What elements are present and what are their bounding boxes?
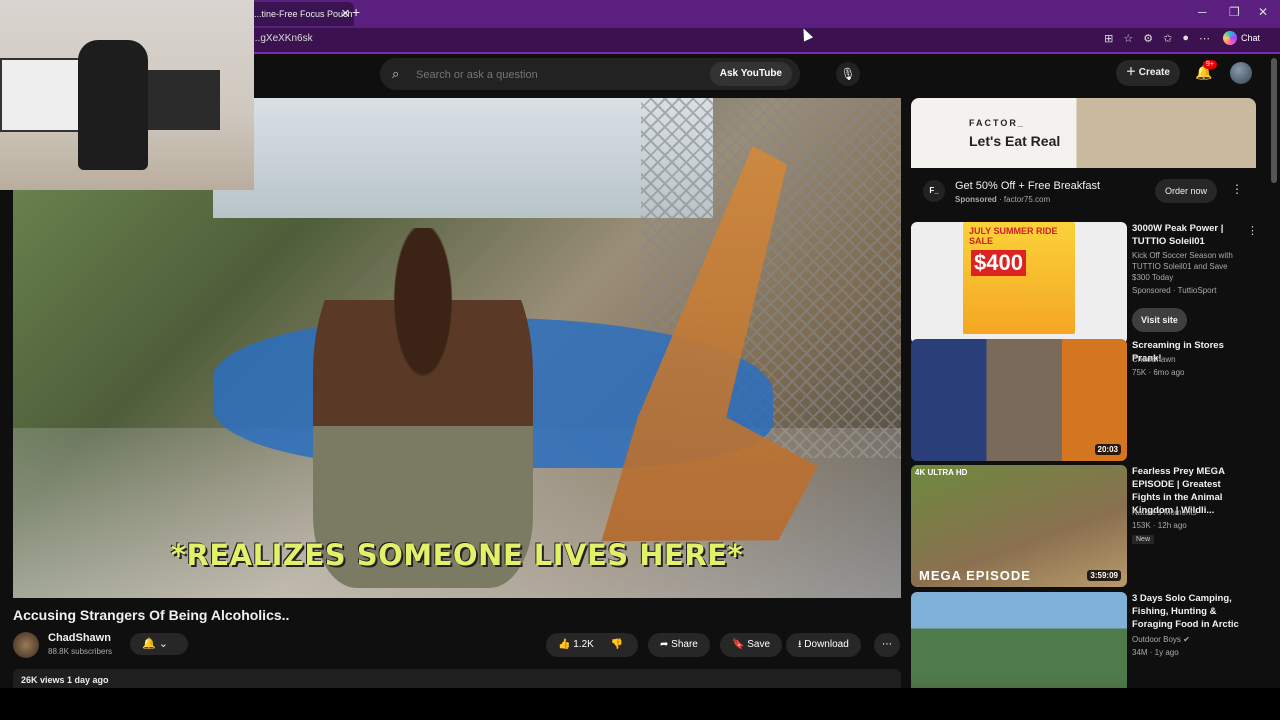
search-box[interactable]: ⌕ Ask YouTube	[380, 58, 800, 90]
chat-label: Chat	[1240, 33, 1260, 43]
ad-poster: JULY SUMMER RIDE SALE $400	[963, 222, 1075, 334]
thumb-mega-episode: MEGA EPISODE	[919, 568, 1031, 583]
bookmark-icon: 🔖	[732, 639, 745, 650]
recommendation-thumbnail[interactable]: 20:03	[911, 339, 1127, 461]
like-button[interactable]: 👍 1.2K	[558, 639, 594, 650]
recommendation-title[interactable]: 3 Days Solo Camping, Fishing, Hunting & …	[1132, 592, 1247, 631]
ad-more-icon[interactable]: ⋮	[1231, 182, 1243, 196]
recommendation-stats: 153K · 12h ago	[1132, 521, 1187, 530]
create-label: Create	[1138, 67, 1170, 78]
recommendation-description: Kick Off Soccer Season with TUTTIO Solei…	[1132, 251, 1233, 282]
browser-tab[interactable]: ...tine-Free Focus Pouch ✕	[246, 2, 354, 26]
ad-sponsored: Sponsored	[955, 195, 997, 204]
dislike-button[interactable]: 👎	[611, 639, 623, 650]
recommendation-stats: 75K · 6mo ago	[1132, 368, 1185, 377]
ad-slogan: Let's Eat Real	[969, 133, 1061, 149]
views-date: 26K views 1 day ago	[21, 675, 109, 685]
chevron-down-icon: ⌄	[158, 638, 168, 650]
ad-meta: Sponsored · factor75.com	[955, 195, 1051, 204]
maximize-icon[interactable]: ❐	[1229, 5, 1240, 19]
favorites-icon[interactable]: ✩	[1163, 32, 1172, 45]
recommendation-item[interactable]: JULY SUMMER RIDE SALE $400 3000W Peak Po…	[911, 222, 1258, 344]
share-button[interactable]: ➦ Share	[648, 633, 710, 657]
subscribed-bell-button[interactable]: 🔔 ⌄	[130, 633, 188, 655]
notification-badge: 9+	[1203, 60, 1217, 69]
new-tab-button[interactable]: +	[352, 4, 360, 20]
new-badge: New	[1132, 535, 1155, 544]
close-window-icon[interactable]: ✕	[1258, 5, 1268, 19]
user-avatar[interactable]	[1230, 62, 1252, 84]
favorite-star-icon[interactable]: ☆	[1123, 32, 1133, 45]
save-label: Save	[747, 639, 771, 650]
channel-avatar[interactable]	[13, 632, 39, 658]
order-now-button[interactable]: Order now	[1155, 179, 1218, 203]
ad-banner-image	[911, 98, 1256, 168]
subscriber-count: 88.8K subscribers	[48, 647, 113, 656]
save-button[interactable]: 🔖 Save	[720, 633, 783, 657]
ask-youtube-button[interactable]: Ask YouTube	[709, 62, 792, 86]
video-person	[313, 228, 533, 588]
copilot-chat-button[interactable]: Chat	[1222, 31, 1260, 45]
sponsored-ad-card[interactable]: FACTOR_ Let's Eat Real F_ Get 50% Off + …	[911, 98, 1256, 214]
more-menu-icon[interactable]: ⋯	[1199, 32, 1210, 45]
channel-name[interactable]: ChadShawn	[48, 632, 111, 644]
video-duration: 20:03	[1094, 444, 1121, 455]
recommendation-thumbnail[interactable]: JULY SUMMER RIDE SALE $400	[911, 222, 1127, 344]
address-bar-icons: ⊞ ☆ ⚙ ✩ ● ⋯	[1104, 32, 1210, 45]
recommendation-item[interactable]: 3 Days Solo Camping, Fishing, Hunting & …	[911, 592, 1256, 688]
recommendation-thumbnail[interactable]	[911, 592, 1127, 688]
minimize-icon[interactable]: ─	[1198, 5, 1207, 19]
download-label: Download	[804, 639, 849, 650]
webcam-overlay	[0, 0, 254, 190]
more-actions-button[interactable]: ⋯	[874, 633, 900, 657]
description-box[interactable]: 26K views 1 day ago	[13, 669, 901, 688]
thumb-sale-text: JULY SUMMER RIDE SALE	[969, 226, 1058, 246]
ad-headline: Get 50% Off + Free Breakfast	[955, 180, 1101, 192]
app-available-icon[interactable]: ⊞	[1104, 32, 1113, 45]
recommendation-channel[interactable]: Nature's Moments	[1132, 508, 1197, 517]
video-sky	[213, 98, 713, 218]
page-scrollbar[interactable]	[1271, 58, 1277, 183]
like-dislike-group: 👍 1.2K 👎	[546, 633, 638, 657]
create-button[interactable]: ＋ Create	[1116, 60, 1180, 86]
search-icon: ⌕	[392, 66, 400, 81]
ad-brand: FACTOR_	[969, 118, 1025, 128]
tab-close-icon[interactable]: ✕	[341, 2, 350, 26]
share-label: Share	[671, 639, 698, 650]
recommendation-channel[interactable]: ChadShawn	[1132, 355, 1176, 364]
search-input[interactable]	[414, 64, 678, 86]
webcam-bed	[0, 58, 84, 132]
thumb-price: $400	[971, 250, 1026, 276]
extensions-icon[interactable]: ⚙	[1143, 32, 1153, 45]
download-button[interactable]: ⭳ Download	[786, 633, 861, 657]
thumbs-up-icon: 👍	[558, 639, 571, 650]
thumbs-down-icon: 👎	[610, 639, 624, 650]
recommendation-item[interactable]: 20:03 Screaming in Stores Prank! ChadSha…	[911, 339, 1256, 461]
profile-icon[interactable]: ●	[1182, 32, 1189, 45]
ad-domain: factor75.com	[1003, 195, 1051, 204]
video-title: Accusing Strangers Of Being Alcoholics..	[13, 607, 290, 623]
recommendation-thumbnail[interactable]: 4K ULTRA HD MEGA EPISODE 3:59:09	[911, 465, 1127, 587]
ad-logo: F_	[923, 180, 945, 202]
webcam-chair	[78, 40, 148, 170]
bell-icon: 🔔	[142, 638, 156, 650]
url-field[interactable]: ...gXeXKn6sk	[252, 33, 313, 44]
thumb-4k-label: 4K ULTRA HD	[915, 468, 968, 477]
more-icon: ⋯	[882, 639, 892, 650]
share-icon: ➦	[660, 639, 669, 650]
mic-icon[interactable]: 🎙	[836, 62, 860, 86]
download-icon: ⭳	[798, 639, 802, 650]
recommendation-channel[interactable]: Outdoor Boys ✔	[1132, 635, 1190, 644]
copilot-icon	[1222, 31, 1237, 45]
more-options-icon[interactable]: ⋮	[1247, 224, 1258, 237]
visit-site-button[interactable]: Visit site	[1132, 308, 1187, 332]
video-caption: *REALIZES SOMEONE LIVES HERE*	[170, 538, 744, 572]
video-duration: 3:59:09	[1087, 570, 1121, 581]
recommendation-title[interactable]: 3000W Peak Power | TUTTIO Soleil01	[1132, 222, 1247, 248]
recommendation-item[interactable]: 4K ULTRA HD MEGA EPISODE 3:59:09 Fearles…	[911, 465, 1256, 587]
like-count: 1.2K	[573, 639, 594, 650]
tab-title: ...tine-Free Focus Pouch	[254, 9, 353, 19]
recommendation-stats: 34M · 1y ago	[1132, 648, 1179, 657]
recommendation-sponsored: Sponsored · TuttioSport	[1132, 286, 1217, 295]
